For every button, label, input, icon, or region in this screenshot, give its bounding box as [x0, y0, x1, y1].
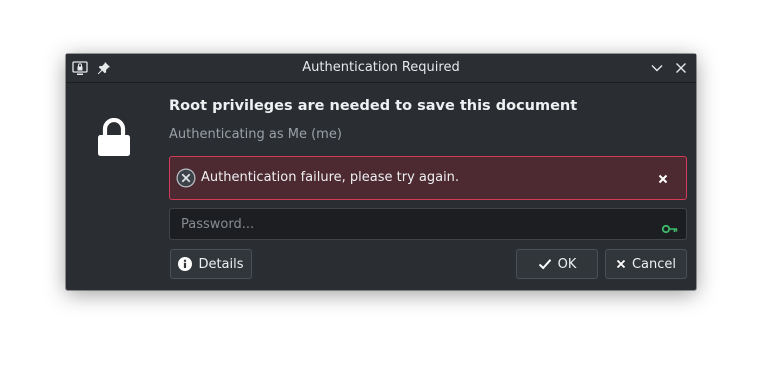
- title-bar: Authentication Required: [66, 54, 696, 83]
- cancel-button[interactable]: Cancel: [605, 249, 687, 279]
- checkmark-icon: [538, 258, 552, 270]
- dismiss-error-icon[interactable]: [656, 171, 670, 185]
- ok-button[interactable]: OK: [516, 249, 598, 279]
- error-message-text: Authentication failure, please try again…: [201, 170, 460, 185]
- window-title: Authentication Required: [302, 60, 460, 75]
- ok-button-label: OK: [557, 256, 577, 272]
- password-field[interactable]: [169, 208, 687, 240]
- key-icon: [661, 219, 678, 234]
- error-x-icon: [176, 168, 196, 188]
- cancel-button-label: Cancel: [631, 256, 677, 272]
- details-button[interactable]: Details: [170, 249, 252, 279]
- authenticating-as-text: Authenticating as Me (me): [169, 127, 342, 142]
- lock-icon: [97, 117, 131, 158]
- auth-dialog: Authentication Required Root privileges …: [66, 54, 696, 290]
- screen-lock-icon[interactable]: [72, 60, 88, 76]
- cancel-x-icon: [616, 259, 626, 269]
- info-icon: [178, 257, 193, 271]
- dialog-headline: Root privileges are needed to save this …: [169, 98, 578, 114]
- error-message-box: Authentication failure, please try again…: [169, 156, 687, 200]
- pin-icon[interactable]: [96, 60, 112, 76]
- chevron-down-icon[interactable]: [649, 60, 665, 76]
- details-button-label: Details: [198, 256, 244, 272]
- password-input[interactable]: [170, 209, 661, 239]
- close-icon[interactable]: [673, 60, 689, 76]
